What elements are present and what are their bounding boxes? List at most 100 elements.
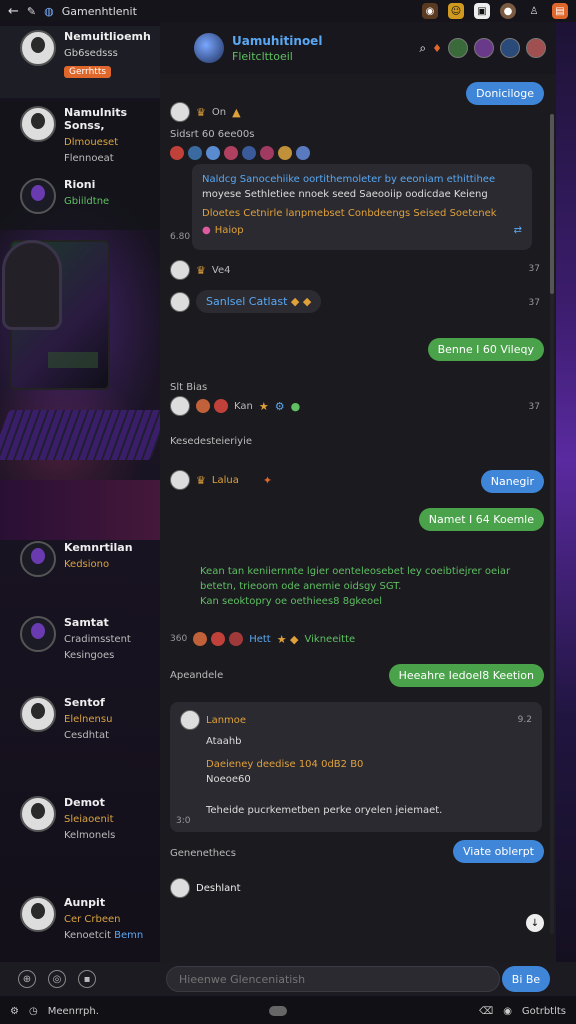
avatar <box>20 696 56 732</box>
timestamp: 37 <box>528 402 540 412</box>
message-bubble-out[interactable]: Doniciloge <box>466 82 544 105</box>
contact-item[interactable]: Namulnits Sonss, Dlmoueset Flennoeat <box>0 102 160 174</box>
avatar[interactable] <box>170 470 190 490</box>
timestamp: 6.80 <box>170 232 191 242</box>
timestamp: 9.2 <box>517 715 532 725</box>
timestamp: 3:0 <box>176 816 191 826</box>
avatar <box>20 616 56 652</box>
emoji-icon[interactable]: ☺ <box>448 3 464 19</box>
participant-avatar[interactable] <box>526 38 546 58</box>
contact-sub: Gb6sedsss <box>64 48 118 59</box>
contact-item[interactable]: Demot Sleiaoenit Kelmonels <box>0 792 160 845</box>
scrollbar-thumb[interactable] <box>550 114 554 294</box>
contact-name: Demot <box>64 796 105 809</box>
camera-icon[interactable]: ◎ <box>48 970 66 988</box>
contact-name: Aunpit <box>64 896 106 909</box>
contact-list: Nemuitlioemh Gb6sedsss Gerrhtts Namulnit… <box>0 22 160 962</box>
composer-bar: ⊕ ◎ ▪ Bi Be <box>0 962 576 996</box>
chat-header: Uamuhitinoel Fleitclttoeil ⌕ ♦ <box>160 22 556 74</box>
system-label: Apeandele <box>170 670 224 681</box>
image-icon[interactable]: ▣ <box>474 3 490 19</box>
crown-icon: ♛ <box>196 105 206 119</box>
avatar <box>20 106 56 142</box>
menu-icon[interactable]: ▤ <box>552 3 568 19</box>
fire-icon[interactable]: ♦ <box>432 42 442 55</box>
nav-right-label[interactable]: Gotrbtlts <box>522 1006 566 1017</box>
avatar <box>20 30 56 66</box>
header-actions: ⌕ ♦ <box>419 38 546 58</box>
message-bubble-out[interactable]: Namet I 64 Koemle <box>418 508 544 531</box>
nav-left-label[interactable]: Meenrrph. <box>48 1006 99 1017</box>
contact-name: Kemnrtilan <box>64 541 133 554</box>
participant-avatar[interactable] <box>474 38 494 58</box>
edit-icon[interactable]: ✎ <box>27 5 36 18</box>
participant-avatar[interactable] <box>448 38 468 58</box>
contact-sub: Dlmoueset <box>64 137 119 148</box>
message-card[interactable]: Naldcg Sanocehiike oortithemoleter by ee… <box>192 164 532 250</box>
share-icon[interactable]: ◉ <box>503 1006 512 1017</box>
globe-icon: ◍ <box>44 4 54 18</box>
avatar[interactable] <box>180 710 200 730</box>
message-text-block[interactable]: Kean tan keniiernnte lgier oenteleosebet… <box>200 564 510 609</box>
scroll-down-icon[interactable]: ↓ <box>526 914 544 932</box>
search-icon[interactable]: ⌕ <box>419 41 426 56</box>
user-icon[interactable]: ♙ <box>526 3 542 19</box>
avatar[interactable] <box>170 878 190 898</box>
sender-meta: Slt Bias <box>170 382 208 393</box>
send-button[interactable]: Bi Be <box>502 966 550 992</box>
settings-icon[interactable]: ⚙ <box>10 1006 19 1017</box>
contact-sub: Cer Crbeen <box>64 914 121 925</box>
attach-icon[interactable]: ⊕ <box>18 970 36 988</box>
bell-icon[interactable]: ◉ <box>422 3 438 19</box>
sender-name: Lalua <box>211 474 239 486</box>
system-label: Genenethecs <box>170 848 237 859</box>
contact-item[interactable]: Nemuitlioemh Gb6sedsss Gerrhtts <box>0 26 160 98</box>
message-card[interactable]: Lanmoe 9.2 Ataahb Daeieney deedise 104 0… <box>170 702 542 832</box>
chat-avatar[interactable] <box>194 33 224 63</box>
contact-item[interactable]: Samtat Cradimsstent Kesingoes <box>0 612 160 665</box>
contact-sub: Sleiaoenit <box>64 814 114 825</box>
contact-item[interactable]: Kemnrtilan Kedsiono <box>0 537 160 581</box>
avatar[interactable] <box>170 291 190 312</box>
reaction-text: Hett <box>249 633 271 645</box>
reaction-row[interactable] <box>193 632 244 646</box>
message-bubble-out[interactable]: Heeahre Iedoel8 Keetion <box>388 664 544 687</box>
message-input[interactable] <box>166 966 500 992</box>
contact-name: Rioni <box>64 178 96 191</box>
bell-icon: ▲ <box>232 105 241 119</box>
message-line: betetn, trieoom ode anemie oidsgy SGT. <box>200 581 402 592</box>
contact-item[interactable]: Rioni Gbiildtne <box>0 174 160 230</box>
contact-meta: Kelmonels <box>64 830 116 841</box>
message-bubble-out[interactable]: Nanegir <box>480 470 544 493</box>
avatar[interactable] <box>170 396 190 416</box>
home-pill[interactable] <box>268 1006 287 1016</box>
participant-avatar[interactable] <box>500 38 520 58</box>
avatar-icon[interactable]: ● <box>500 3 516 19</box>
avatar <box>20 541 56 577</box>
contact-item[interactable]: Aunpit Cer Crbeen Kenoetcit Bemn <box>0 892 160 945</box>
message-bubble-out[interactable]: Viate oblerpt <box>452 840 544 863</box>
card-line: Noeoe60 <box>206 774 251 785</box>
trash-icon[interactable]: ⌫ <box>479 1006 493 1017</box>
avatar-row <box>170 146 310 160</box>
message-bubble-in[interactable]: Sanlsel Catlast ◆ ◆ <box>196 290 322 313</box>
sender-sub: Sidsrt 60 6ee00s <box>170 129 255 140</box>
system-label: Kesedesteieriyie <box>170 436 253 447</box>
back-icon[interactable]: ← <box>8 4 19 19</box>
message-bubble-out[interactable]: Benne I 60 Vileqy <box>427 338 544 361</box>
contact-meta: Flennoeat <box>64 153 114 164</box>
sender-name: Deshlant <box>196 882 241 894</box>
message-text: Sanlsel Catlast <box>206 295 288 308</box>
contact-meta: Kenoetcit <box>64 930 111 941</box>
clock-icon[interactable]: ◷ <box>29 1006 38 1017</box>
reaction-row[interactable] <box>196 399 228 413</box>
avatar[interactable] <box>170 260 190 280</box>
contact-extra: Bemn <box>114 930 144 941</box>
message-line: Kean tan keniiernnte lgier oenteleosebet… <box>200 566 511 577</box>
crown-icon: ♛ <box>196 263 206 277</box>
contact-item[interactable]: Sentof Elelnensu Cesdhtat <box>0 692 160 745</box>
card-line: Ataahb <box>206 736 242 747</box>
sticker-icon[interactable]: ▪ <box>78 970 96 988</box>
sender-name: On <box>211 106 227 118</box>
avatar[interactable] <box>170 102 190 122</box>
